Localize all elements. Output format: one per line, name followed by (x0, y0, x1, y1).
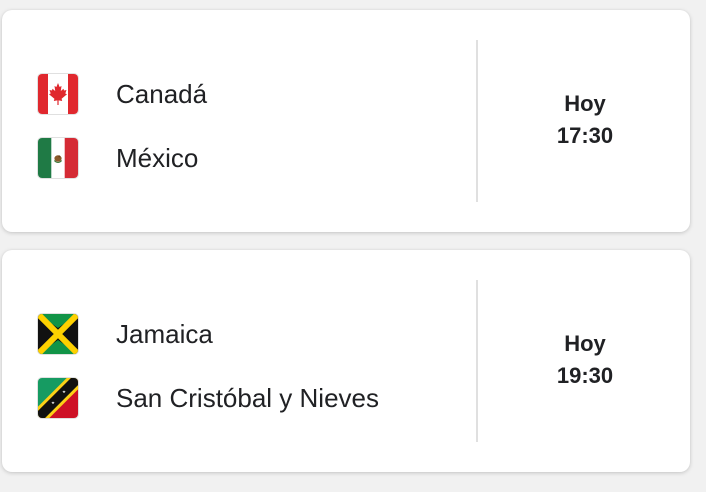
saint-kitts-nevis-flag-icon (38, 378, 78, 418)
match-time: Hoy 17:30 (480, 88, 690, 152)
match-day-label: Hoy (564, 331, 606, 356)
team-row-away: San Cristóbal y Nieves (38, 377, 379, 419)
match-day-label: Hoy (564, 91, 606, 116)
match-time-label: 19:30 (556, 363, 614, 388)
divider (476, 40, 478, 202)
team-name: México (116, 142, 199, 173)
match-time: Hoy 19:30 (480, 328, 690, 392)
divider (476, 280, 478, 442)
jamaica-flag-icon (38, 314, 78, 354)
team-row-home: Canadá (38, 73, 207, 115)
team-row-home: Jamaica (38, 313, 213, 355)
team-name: Canadá (116, 78, 208, 109)
mexico-flag-icon (38, 138, 78, 178)
team-name: Jamaica (116, 318, 213, 349)
team-name: San Cristóbal y Nieves (116, 382, 379, 413)
team-row-away: México (38, 137, 198, 179)
match-time-label: 17:30 (556, 123, 614, 148)
match-card[interactable]: Jamaica San Cristóbal y Nieves Hoy 19:30 (2, 250, 690, 472)
match-card[interactable]: Canadá México Hoy 17:30 (2, 10, 690, 232)
canada-flag-icon (38, 74, 78, 114)
